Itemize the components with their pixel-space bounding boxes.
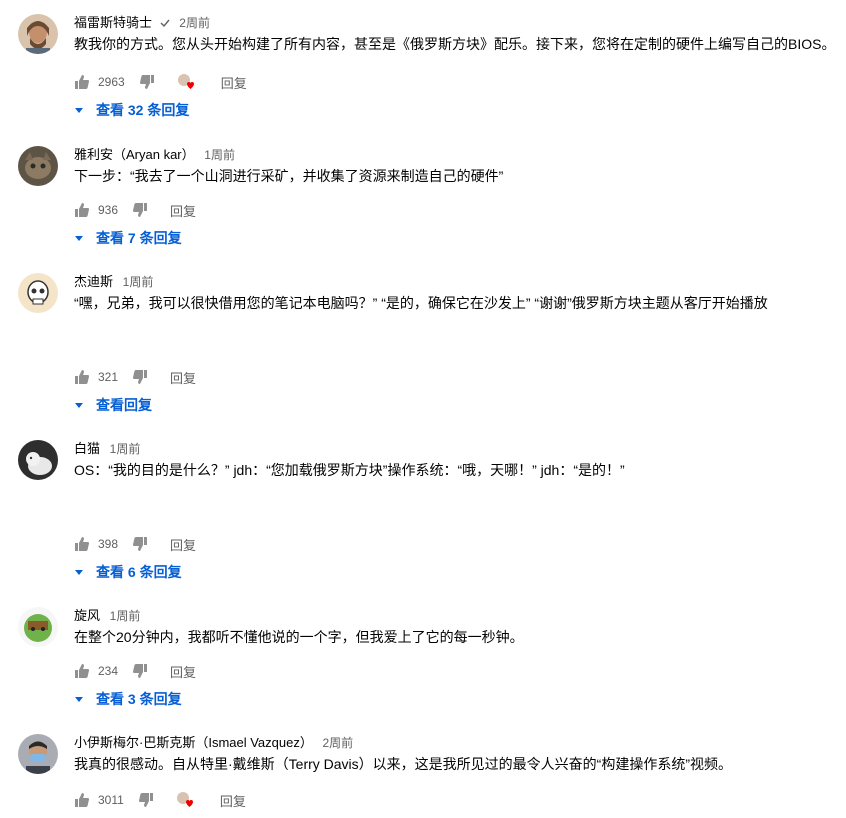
comment-time[interactable]: 2周前 bbox=[179, 16, 210, 30]
reply-button[interactable]: 回复 bbox=[170, 535, 196, 554]
comment-time[interactable]: 1周前 bbox=[110, 609, 141, 623]
reply-button[interactable]: 回复 bbox=[221, 73, 247, 92]
comment-author[interactable]: 雅利安（Aryan kar） bbox=[74, 147, 195, 162]
avatar[interactable] bbox=[18, 273, 58, 313]
like-button[interactable] bbox=[74, 202, 90, 218]
like-count: 234 bbox=[98, 664, 119, 678]
caret-down-icon bbox=[75, 697, 83, 702]
like-button[interactable] bbox=[74, 369, 90, 385]
comment-text: OS：“我的目的是什么？” jdh：“您加载俄罗斯方块”操作系统：“哦，天哪！”… bbox=[74, 462, 625, 478]
view-replies-button[interactable]: 查看 3 条回复 bbox=[74, 687, 182, 711]
caret-down-icon bbox=[75, 236, 83, 241]
reply-button[interactable]: 回复 bbox=[220, 791, 246, 810]
comment-text: 下一步：“我去了一个山洞进行采矿，并收集了资源来制造自己的硬件” bbox=[74, 168, 504, 184]
like-count: 2963 bbox=[98, 75, 125, 89]
comment-author[interactable]: 旋风 bbox=[74, 608, 100, 623]
comment-thread: 杰迪斯 1周前 “嘿，兄弟，我可以很快借用您的笔记本电脑吗？” “是的，确保它在… bbox=[18, 273, 838, 423]
comment-thread: 小伊斯梅尔·巴斯克斯（Ismael Vazquez） 2周前 我真的很感动。自从… bbox=[18, 734, 838, 814]
like-count: 936 bbox=[98, 203, 119, 217]
comment-time[interactable]: 1周前 bbox=[110, 442, 141, 456]
reply-button[interactable]: 回复 bbox=[170, 662, 196, 681]
caret-down-icon bbox=[75, 108, 83, 113]
comment-text: 我真的很感动。自从特里·戴维斯（Terry Davis）以来，这是我所见过的最令… bbox=[74, 756, 732, 772]
caret-down-icon bbox=[75, 570, 83, 575]
comment-author[interactable]: 杰迪斯 bbox=[74, 274, 113, 289]
dislike-button[interactable] bbox=[138, 792, 154, 808]
like-button[interactable] bbox=[74, 536, 90, 552]
view-replies-label: 查看 3 条回复 bbox=[96, 691, 182, 707]
comment-time[interactable]: 1周前 bbox=[204, 148, 235, 162]
creator-heart-icon bbox=[176, 791, 194, 809]
view-replies-label: 查看 32 条回复 bbox=[96, 102, 190, 118]
comment-author[interactable]: 小伊斯梅尔·巴斯克斯（Ismael Vazquez） bbox=[74, 735, 313, 750]
comment-text: “嘿，兄弟，我可以很快借用您的笔记本电脑吗？” “是的，确保它在沙发上” “谢谢… bbox=[74, 295, 768, 311]
comment-thread: 旋风 1周前 在整个20分钟内，我都听不懂他说的一个字，但我爱上了它的每一秒钟。… bbox=[18, 607, 838, 717]
comment-author[interactable]: 白猫 bbox=[74, 441, 100, 456]
like-button[interactable] bbox=[74, 74, 90, 90]
reply-button[interactable]: 回复 bbox=[170, 368, 196, 387]
avatar[interactable] bbox=[18, 146, 58, 186]
comment-thread: 雅利安（Aryan kar） 1周前 下一步：“我去了一个山洞进行采矿，并收集了… bbox=[18, 146, 838, 256]
view-replies-button[interactable]: 查看 32 条回复 bbox=[74, 98, 189, 122]
like-count: 3011 bbox=[98, 793, 124, 807]
like-button[interactable] bbox=[74, 663, 90, 679]
dislike-button[interactable] bbox=[132, 663, 148, 679]
comment-text: 在整个20分钟内，我都听不懂他说的一个字，但我爱上了它的每一秒钟。 bbox=[74, 629, 524, 645]
comment-time[interactable]: 2周前 bbox=[322, 736, 353, 750]
caret-down-icon bbox=[75, 403, 83, 408]
reply-button[interactable]: 回复 bbox=[170, 201, 196, 220]
like-count: 398 bbox=[98, 537, 119, 551]
avatar[interactable] bbox=[18, 14, 58, 54]
creator-heart-icon bbox=[177, 73, 195, 91]
comment-author[interactable]: 福雷斯特骑士 bbox=[74, 15, 152, 30]
view-replies-label: 查看 7 条回复 bbox=[96, 230, 182, 246]
view-replies-button[interactable]: 查看 6 条回复 bbox=[74, 560, 182, 584]
avatar[interactable] bbox=[18, 607, 58, 647]
view-replies-button[interactable]: 查看回复 bbox=[74, 393, 152, 417]
like-count: 321 bbox=[98, 370, 119, 384]
view-replies-button[interactable]: 查看 7 条回复 bbox=[74, 226, 182, 250]
dislike-button[interactable] bbox=[139, 74, 155, 90]
view-replies-label: 查看回复 bbox=[96, 397, 152, 413]
comment-time[interactable]: 1周前 bbox=[123, 275, 154, 289]
dislike-button[interactable] bbox=[132, 536, 148, 552]
view-replies-label: 查看 6 条回复 bbox=[96, 564, 182, 580]
verified-check-icon bbox=[160, 19, 170, 28]
comment-thread: 福雷斯特骑士 2周前 教我你的方式。您从头开始构建了所有内容，甚至是《俄罗斯方块… bbox=[18, 14, 838, 124]
comment-text: 教我你的方式。您从头开始构建了所有内容，甚至是《俄罗斯方块》配乐。接下来，您将在… bbox=[74, 36, 836, 52]
avatar[interactable] bbox=[18, 734, 58, 774]
dislike-button[interactable] bbox=[132, 202, 148, 218]
comment-thread: 白猫 1周前 OS：“我的目的是什么？” jdh：“您加载俄罗斯方块”操作系统：… bbox=[18, 440, 838, 590]
avatar[interactable] bbox=[18, 440, 58, 480]
dislike-button[interactable] bbox=[132, 369, 148, 385]
like-button[interactable] bbox=[74, 792, 90, 808]
